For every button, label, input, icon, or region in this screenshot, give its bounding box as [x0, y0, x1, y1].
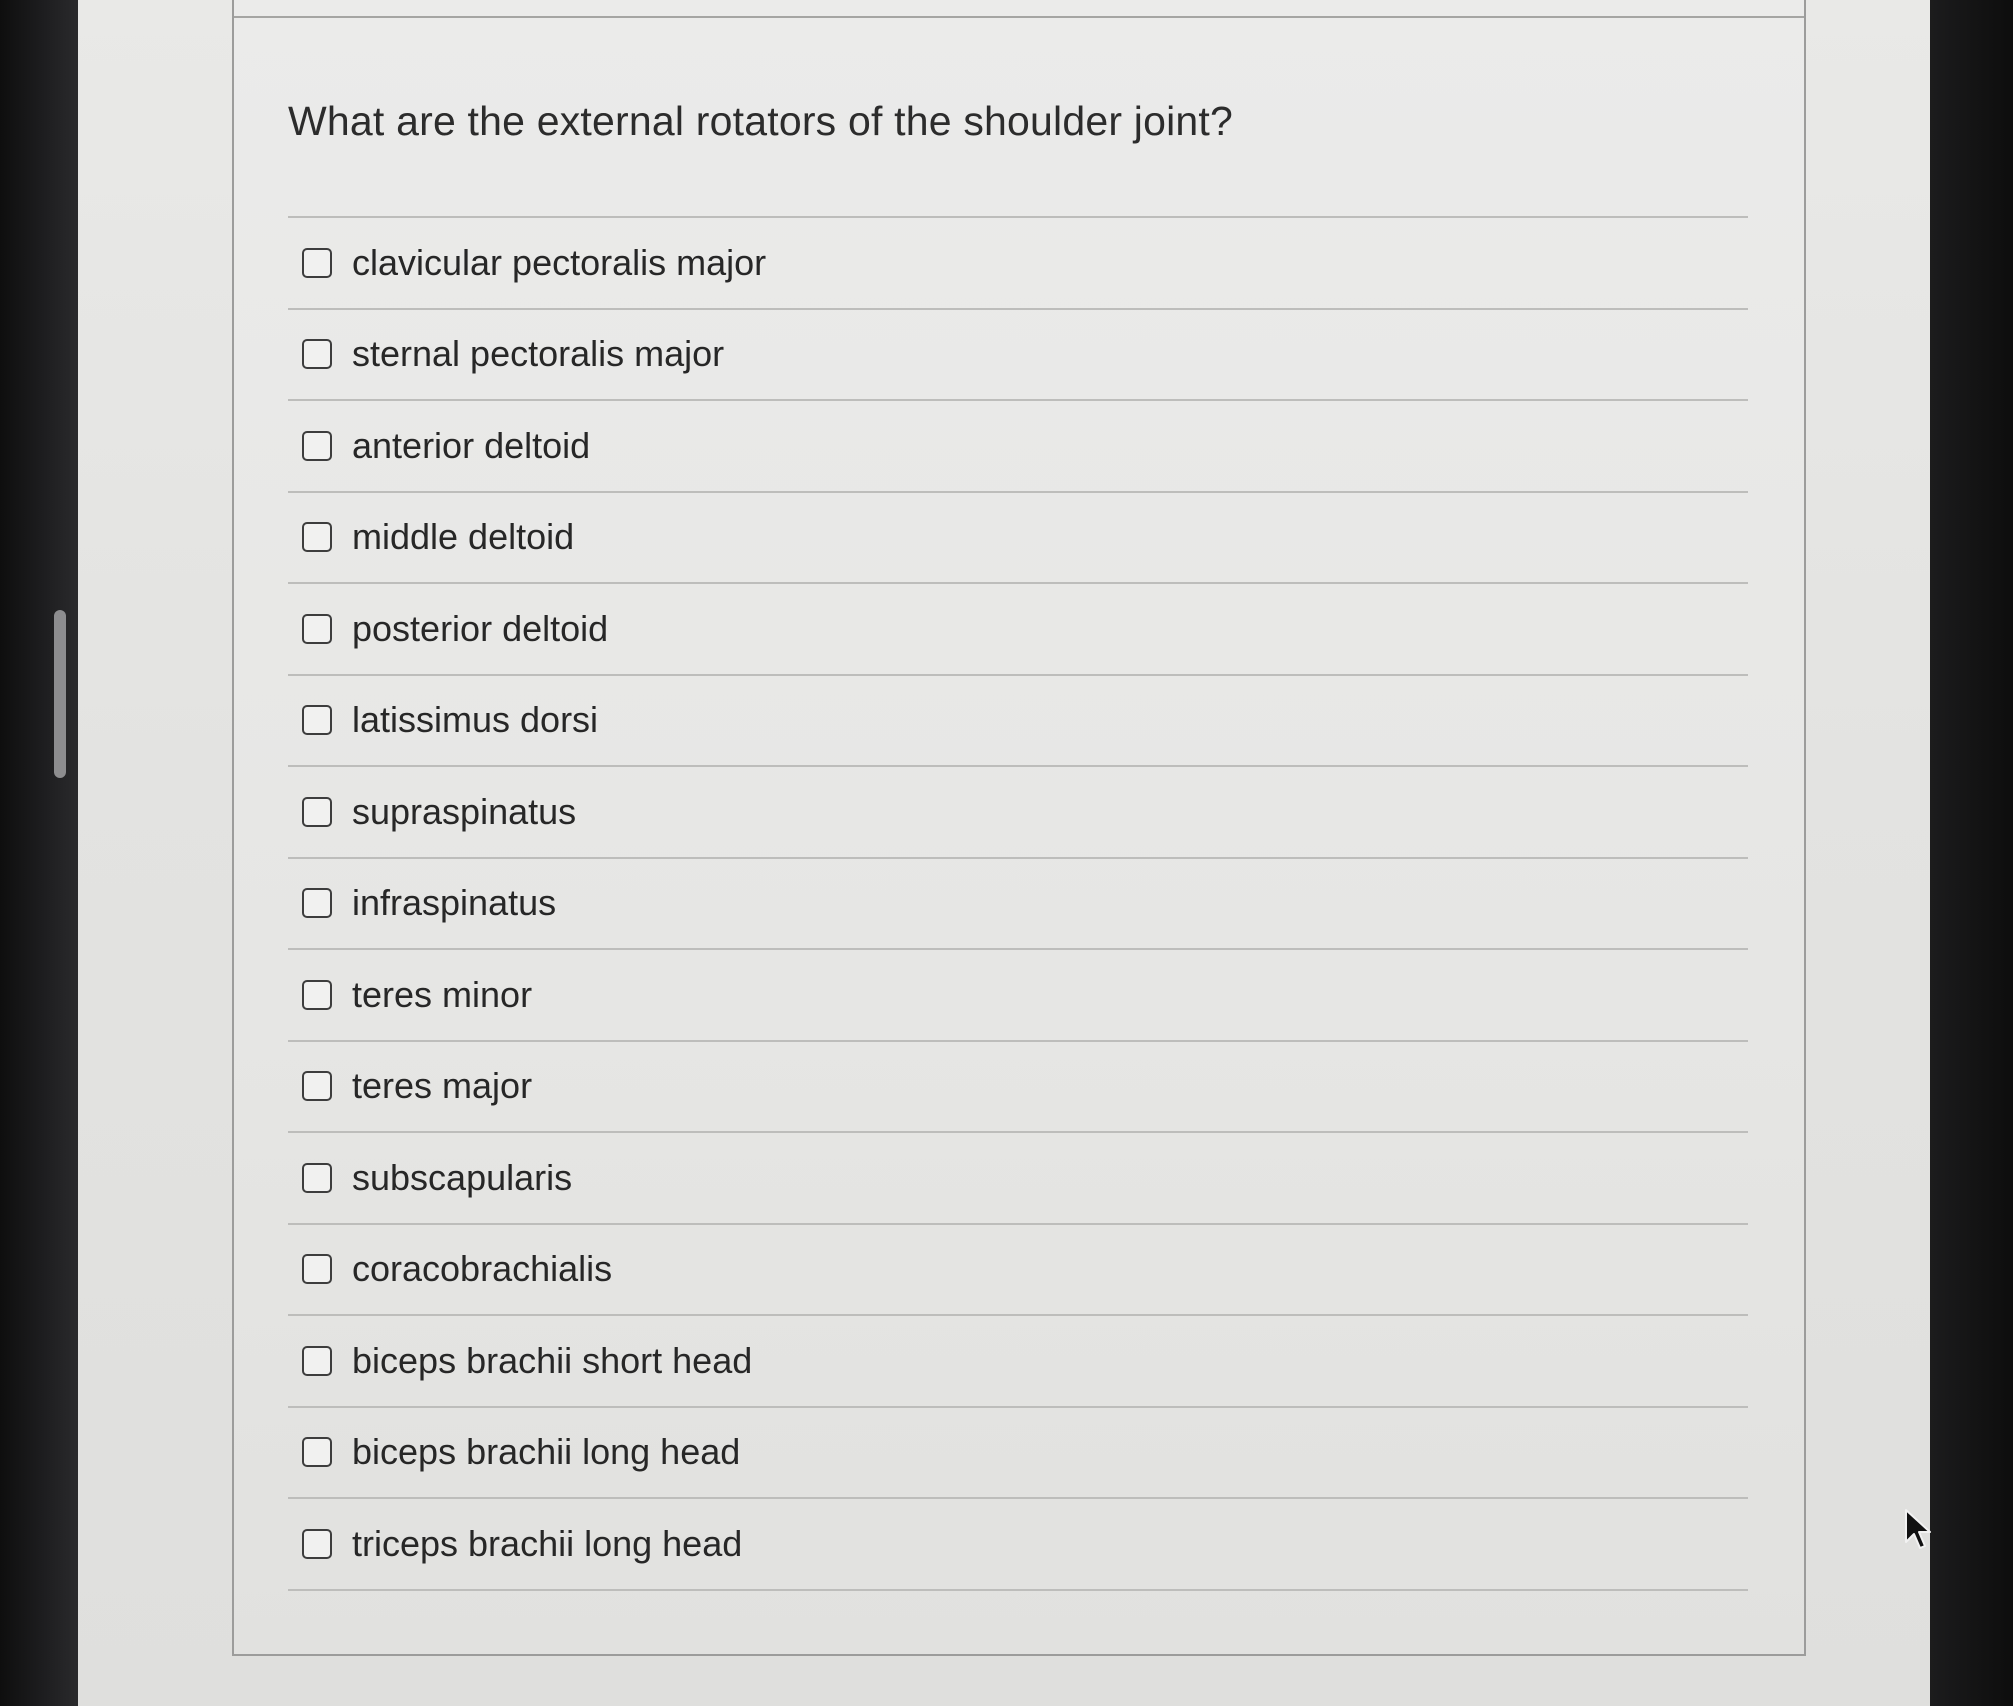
checkbox-empty-icon[interactable] [302, 247, 332, 278]
answer-option-label: infraspinatus [352, 882, 557, 924]
answer-option[interactable]: posterior deltoid [288, 584, 1748, 676]
answer-option[interactable]: biceps brachii long head [288, 1408, 1748, 1499]
answer-option-label: posterior deltoid [352, 607, 609, 649]
checkbox-empty-icon[interactable] [302, 430, 332, 461]
answer-option-label: sternal pectoralis major [352, 333, 725, 375]
device-bezel-left [0, 0, 78, 1706]
checkbox-empty-icon[interactable] [302, 1437, 332, 1468]
answer-option[interactable]: triceps brachii long head [288, 1499, 1748, 1591]
answer-option-label: biceps brachii long head [352, 1431, 741, 1473]
checkbox-empty-icon[interactable] [302, 1254, 332, 1285]
answer-option-label: teres minor [352, 973, 533, 1015]
answer-option-label: teres major [352, 1065, 533, 1107]
answer-option-label: biceps brachii short head [352, 1339, 753, 1381]
checkbox-empty-icon[interactable] [302, 1162, 332, 1193]
answer-option-label: coracobrachialis [352, 1248, 613, 1290]
checkbox-empty-icon[interactable] [302, 522, 332, 553]
answer-option-label: subscapularis [352, 1156, 573, 1198]
answer-option[interactable]: clavicular pectoralis major [288, 218, 1748, 310]
device-bezel-right [1930, 0, 2013, 1706]
answer-option-label: anterior deltoid [352, 424, 591, 466]
answer-option[interactable]: supraspinatus [288, 767, 1748, 859]
question-text: What are the external rotators of the sh… [288, 98, 1234, 144]
checkbox-empty-icon[interactable] [302, 613, 332, 644]
answer-option[interactable]: sternal pectoralis major [288, 310, 1748, 401]
answer-option[interactable]: teres major [288, 1042, 1748, 1133]
answer-option-label: supraspinatus [352, 790, 577, 832]
answer-option[interactable]: middle deltoid [288, 493, 1748, 584]
answer-option-label: triceps brachii long head [352, 1522, 743, 1564]
answer-option[interactable]: infraspinatus [288, 859, 1748, 950]
checkbox-empty-icon[interactable] [302, 979, 332, 1010]
card-top-divider [234, 16, 1804, 18]
answer-option-label: clavicular pectoralis major [352, 241, 767, 283]
checkbox-empty-icon[interactable] [302, 888, 332, 919]
checkbox-empty-icon[interactable] [302, 705, 332, 736]
checkbox-empty-icon[interactable] [302, 796, 332, 827]
answer-option[interactable]: subscapularis [288, 1133, 1748, 1225]
quiz-question-card: What are the external rotators of the sh… [232, 0, 1806, 1656]
answer-option-label: middle deltoid [352, 516, 575, 558]
mouse-pointer-icon [1905, 1509, 1931, 1549]
answer-option[interactable]: teres minor [288, 950, 1748, 1042]
answer-option[interactable]: biceps brachii short head [288, 1316, 1748, 1408]
answer-option[interactable]: coracobrachialis [288, 1225, 1748, 1316]
answer-options-list: clavicular pectoralis major sternal pect… [288, 216, 1748, 1591]
answer-option[interactable]: latissimus dorsi [288, 676, 1748, 767]
checkbox-empty-icon[interactable] [302, 1071, 332, 1102]
answer-option-label: latissimus dorsi [352, 699, 599, 741]
answer-option[interactable]: anterior deltoid [288, 401, 1748, 493]
checkbox-empty-icon[interactable] [302, 339, 332, 370]
checkbox-empty-icon[interactable] [302, 1345, 332, 1376]
checkbox-empty-icon[interactable] [302, 1528, 332, 1559]
scrollbar-thumb[interactable] [54, 610, 66, 778]
